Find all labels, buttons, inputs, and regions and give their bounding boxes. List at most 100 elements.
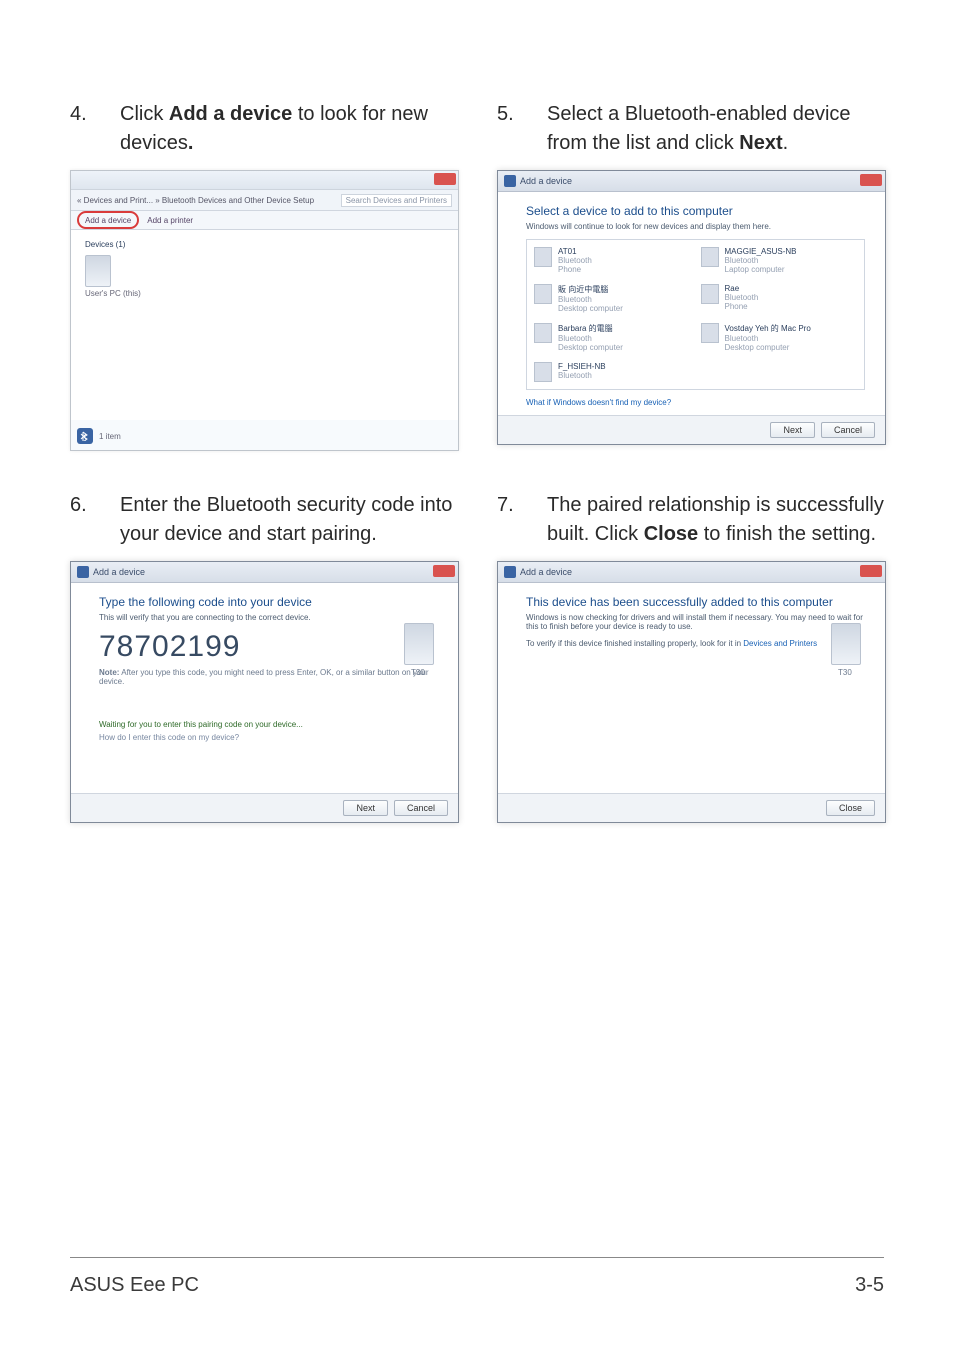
device-thumbnail [831,623,861,665]
device-class: Desktop computer [725,343,811,352]
close-icon[interactable] [434,173,456,185]
device-name: 販 向近中電腦 [558,284,623,295]
device-name: Rae [725,284,759,293]
wizard-subtext: This will verify that you are connecting… [99,613,438,622]
devices-pane: Devices (1) User's PC (this) [71,230,458,420]
device-thumb-icon [701,323,719,343]
wizard-line2-text: To verify if this device finished instal… [526,639,743,648]
device-list-item[interactable]: AT01BluetoothPhone [531,244,694,277]
wizard-titlebar: Add a device [71,562,458,583]
close-icon[interactable] [860,565,882,577]
device-type: Bluetooth [725,293,759,302]
device-name: AT01 [558,247,592,256]
close-icon[interactable] [433,565,455,577]
close-icon[interactable] [860,174,882,186]
device-name: MAGGIE_ASUS-NB [725,247,797,256]
step-text-bold: Add a device [169,103,292,125]
step-text-bold: Close [644,523,698,545]
device-list-item[interactable]: RaeBluetoothPhone [698,281,861,316]
wizard-subtext: Windows will continue to look for new de… [526,222,865,231]
step-text-tail: . [188,132,194,154]
column-step5: 5. Select a Bluetooth-enabled device fro… [497,100,884,451]
next-button[interactable]: Next [343,800,388,816]
wizard-titlebar: Add a device [498,562,885,583]
wizard-title: Add a device [520,176,572,186]
wizard-title: Add a device [520,567,572,577]
step-text-post: . [783,132,789,154]
cancel-button[interactable]: Cancel [394,800,448,816]
status-help-link[interactable]: How do I enter this code on my device? [99,733,438,742]
cancel-button[interactable]: Cancel [821,422,875,438]
device-list-item[interactable]: 販 向近中電腦BluetoothDesktop computer [531,281,694,316]
device-thumb-icon [534,362,552,382]
add-device-wizard-success: Add a device This device has been succes… [497,561,886,823]
help-link[interactable]: What if Windows doesn't find my device? [526,398,865,407]
step-body: Enter the Bluetooth security code into y… [120,491,457,549]
footer-left: ASUS Eee PC [70,1274,199,1297]
footer-right: 3-5 [855,1274,884,1297]
wizard-heading: Select a device to add to this computer [526,204,865,218]
bluetooth-icon [77,428,93,444]
step-number: 4. [70,100,120,158]
note-label: Note: [99,668,119,677]
device-thumb-icon [534,284,552,304]
devices-and-printers-link[interactable]: Devices and Printers [743,639,817,648]
note-text: After you type this code, you might need… [99,668,429,686]
step-text-pre: Select a Bluetooth-enabled device from t… [547,103,851,154]
computer-icon[interactable] [85,255,111,287]
wizard-icon [504,175,516,187]
step-number: 5. [497,100,547,158]
wizard-buttons: Close [498,793,885,822]
device-type: Bluetooth [558,334,623,343]
add-device-wizard-code: Add a device Type the following code int… [70,561,459,823]
step-5: 5. Select a Bluetooth-enabled device fro… [497,100,884,158]
wizard-heading: Type the following code into your device [99,595,438,609]
instruction-page: 4. Click Add a device to look for new de… [0,0,954,823]
device-name: F_HSIEH-NB [558,362,606,371]
device-name: Barbara 的電腦 [558,323,623,334]
device-list-item[interactable]: F_HSIEH-NBBluetooth [531,359,694,385]
device-class: Laptop computer [725,265,797,274]
device-thumb-icon [534,247,552,267]
step-text-post: to finish the setting. [698,523,876,545]
add-device-wizard-select: Add a device Select a device to add to t… [497,170,886,445]
device-thumb-icon [534,323,552,343]
device-list-item[interactable]: Vostday Yeh 的 Mac ProBluetoothDesktop co… [698,320,861,355]
column-step4: 4. Click Add a device to look for new de… [70,100,457,451]
status-bar: 1 item [77,428,452,444]
close-button[interactable]: Close [826,800,875,816]
wizard-titlebar: Add a device [498,171,885,192]
add-printer-button[interactable]: Add a printer [147,216,193,225]
step-number: 6. [70,491,120,549]
device-class: Desktop computer [558,304,623,313]
wizard-icon [77,566,89,578]
step-body: Select a Bluetooth-enabled device from t… [547,100,884,158]
wizard-icon [504,566,516,578]
device-thumb-icon [701,247,719,267]
toolbar: Add a device Add a printer [71,211,458,230]
add-device-button[interactable]: Add a device [77,211,139,229]
step-4: 4. Click Add a device to look for new de… [70,100,457,158]
pairing-code: 78702199 [99,630,438,664]
device-list-item[interactable]: MAGGIE_ASUS-NBBluetoothLaptop computer [698,244,861,277]
window-titlebar [71,171,458,190]
device-list-item[interactable]: Barbara 的電腦BluetoothDesktop computer [531,320,694,355]
device-list[interactable]: AT01BluetoothPhoneMAGGIE_ASUS-NBBluetoot… [526,239,865,390]
device-class: Phone [725,302,759,311]
wizard-content: Type the following code into your device… [71,583,458,793]
status: Waiting for you to enter this pairing co… [99,720,438,742]
wizard-line2: To verify if this device finished instal… [526,639,865,648]
column-step6: 6. Enter the Bluetooth security code int… [70,491,457,823]
wizard-content: Select a device to add to this computer … [498,192,885,415]
wizard-heading: This device has been successfully added … [526,595,865,609]
search-input[interactable]: Search Devices and Printers [341,194,452,207]
step-body: Click Add a device to look for new devic… [120,100,457,158]
step-6: 6. Enter the Bluetooth security code int… [70,491,457,549]
device-class: Desktop computer [558,343,623,352]
wizard-buttons: Next Cancel [71,793,458,822]
next-button[interactable]: Next [770,422,815,438]
screenshot-devices-window: « Devices and Print... » Bluetooth Devic… [70,170,459,451]
address-bar: « Devices and Print... » Bluetooth Devic… [71,190,458,211]
wizard-line1: Windows is now checking for drivers and … [526,613,865,631]
device-type: Bluetooth [558,371,606,380]
